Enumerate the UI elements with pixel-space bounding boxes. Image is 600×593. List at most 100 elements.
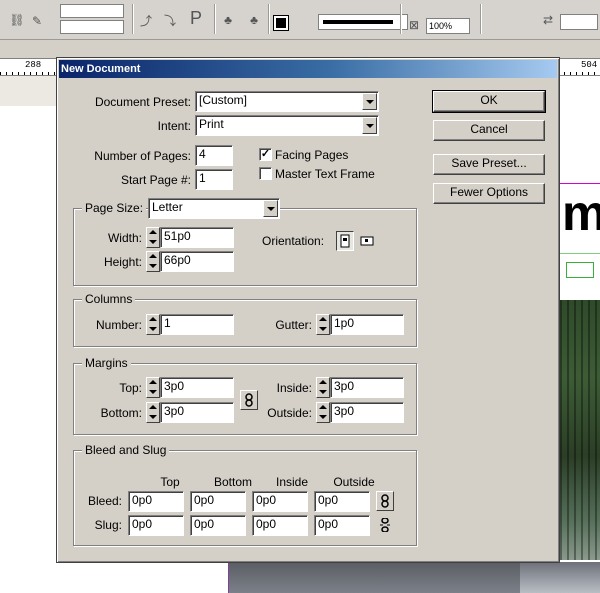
margin-top-input[interactable]: 3p0 [160,377,234,398]
slug-top-input[interactable]: 0p0 [128,515,184,536]
stepper-arrows-icon[interactable] [316,377,330,398]
stepper-arrows-icon[interactable] [146,377,160,398]
link-icon[interactable]: ⛓ [9,10,24,30]
page-size-label: Page Size: [82,201,147,215]
start-page-input[interactable]: 1 [195,169,233,190]
stroke-weight-field[interactable] [318,14,408,30]
col-header-top: Top [160,475,180,489]
margin-top-value: 3p0 [164,379,185,393]
preset-label: Document Preset: [94,95,191,109]
panel-icon[interactable]: ⇄ [540,12,556,28]
columns-group: Columns Number: 1 Gutter: 1p0 [73,292,417,347]
gutter-field[interactable]: 1p0 [316,314,404,335]
fill-swatch-icon[interactable] [273,15,289,31]
fewer-options-button[interactable]: Fewer Options [433,183,545,204]
chevron-down-icon[interactable] [263,200,278,217]
bleed-slug-group: Bleed and Slug Top Bottom Inside Outside… [73,443,417,546]
facing-pages-checkbox[interactable]: ✓ [259,148,272,161]
distribute-icon[interactable]: ♣ [244,12,264,28]
photo-strip-dark [228,562,520,593]
margin-inside-input[interactable]: 3p0 [330,377,404,398]
toolbar-field-top[interactable] [60,4,124,18]
stepper-arrows-icon[interactable] [146,227,160,248]
ok-button[interactable]: OK [432,90,546,113]
margins-group: Margins Top: 3p0 Bottom: 3p0 Inside: 3p0… [73,356,417,435]
align-icon[interactable]: ♣ [220,12,236,28]
margin-outside-label: Outside: [267,406,312,420]
columns-title: Columns [82,292,136,306]
slug-bottom-input[interactable]: 0p0 [190,515,246,536]
width-field[interactable]: 51p0 [146,227,234,248]
preset-value: [Custom] [199,93,248,107]
stepper-arrows-icon[interactable] [316,402,330,423]
frame-fit-icon[interactable]: ⊠ [406,18,422,32]
column-number-input[interactable]: 1 [160,314,234,335]
toolbar-strip [0,40,600,58]
height-label: Height: [103,255,142,269]
page-bleed-guide [228,560,229,593]
pages-label: Number of Pages: [94,149,191,163]
bleed-top-input[interactable]: 0p0 [128,491,184,512]
margin-outside-value: 3p0 [334,404,355,418]
intent-dropdown[interactable]: Print [195,115,379,136]
cancel-button[interactable]: Cancel [433,120,545,141]
stepper-arrows-icon[interactable] [146,314,160,335]
toolbar-field-right[interactable] [560,14,598,30]
width-input[interactable]: 51p0 [160,227,234,248]
chevron-down-icon[interactable] [362,93,377,110]
zoom-field[interactable]: 100% [426,18,470,34]
slug-inside-input[interactable]: 0p0 [252,515,308,536]
facing-pages-label: Facing Pages [275,148,349,162]
stepper-arrows-icon[interactable] [316,314,330,335]
dialog-title: New Document [61,63,141,75]
preset-dropdown[interactable]: [Custom] [195,91,379,112]
dialog-titlebar[interactable]: New Document [59,60,557,78]
margin-inside-value: 3p0 [334,379,355,393]
margin-inside-field[interactable]: 3p0 [316,377,404,398]
height-input[interactable]: 66p0 [160,251,234,272]
margin-bottom-field[interactable]: 3p0 [146,402,234,423]
height-field[interactable]: 66p0 [146,251,234,272]
col-header-outside: Outside [333,475,375,489]
slug-outside-input[interactable]: 0p0 [314,515,370,536]
margin-top-field[interactable]: 3p0 [146,377,234,398]
broken-chain-icon[interactable] [376,515,394,535]
new-document-dialog: New Document Document Preset: [Custom] I… [56,57,560,563]
shear-icon[interactable]: ⤵ [162,12,178,28]
margin-outside-input[interactable]: 3p0 [330,402,404,423]
gutter-value: 1p0 [334,316,355,330]
column-number-field[interactable]: 1 [146,314,234,335]
stepper-arrows-icon[interactable] [146,402,160,423]
bleed-inside-input[interactable]: 0p0 [252,491,308,512]
page-headline-letter: m [562,185,600,241]
landscape-orientation-icon[interactable] [358,231,376,251]
text-frame[interactable] [566,262,594,278]
transform-icon[interactable]: ⤴ [138,12,154,28]
stepper-arrows-icon[interactable] [146,251,160,272]
slug-inside-value: 0p0 [256,517,277,531]
chevron-down-icon[interactable] [362,117,377,134]
master-text-frame-checkbox[interactable] [259,167,272,180]
pages-value: 4 [199,147,206,161]
pencil-icon[interactable]: ✎ [30,14,44,28]
page-size-dropdown[interactable]: Letter [148,198,280,219]
slug-bottom-value: 0p0 [194,517,215,531]
page-photo[interactable] [560,300,600,560]
intent-label: Intent: [157,119,191,133]
pages-input[interactable]: 4 [195,145,233,166]
margin-bottom-input[interactable]: 3p0 [160,402,234,423]
paragraph-icon[interactable]: P [186,4,206,32]
zoom-value: 100% [429,21,453,31]
save-preset-button[interactable]: Save Preset... [433,154,545,175]
gutter-input[interactable]: 1p0 [330,314,404,335]
bleed-outside-input[interactable]: 0p0 [314,491,370,512]
margin-bottom-value: 3p0 [164,404,185,418]
bleed-bottom-input[interactable]: 0p0 [190,491,246,512]
bleed-inside-value: 0p0 [256,493,277,507]
toolbar-field-bottom[interactable] [60,20,124,34]
chain-link-icon[interactable] [376,491,394,511]
page-size-value: Letter [152,200,183,214]
margin-outside-field[interactable]: 3p0 [316,402,404,423]
portrait-orientation-icon[interactable] [336,231,354,251]
orientation-label: Orientation: [262,234,325,248]
